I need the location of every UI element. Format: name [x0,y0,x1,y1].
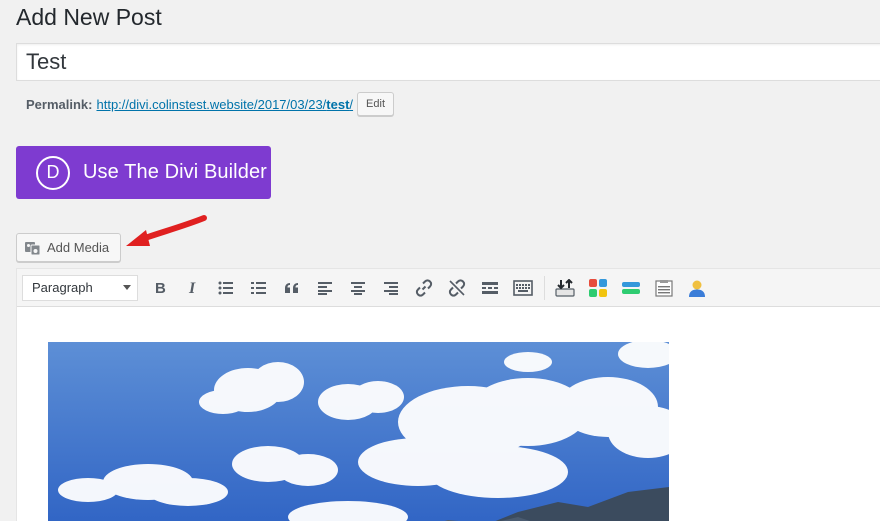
numbered-list-icon [251,281,266,294]
divi-layout-button[interactable] [551,274,579,302]
align-right-icon [384,281,398,295]
add-media-label: Add Media [47,240,110,255]
editor-toolbar: Paragraph B I [17,269,880,307]
bold-button[interactable]: B [146,274,174,302]
permalink-url-tail: / [349,96,354,112]
table-icon [655,279,673,297]
svg-text:B: B [155,280,166,296]
blockquote-button[interactable] [278,274,306,302]
divider-icon [622,281,640,294]
read-more-button[interactable] [476,274,504,302]
permalink-slug: test [326,96,350,112]
divi-logo-icon: D [36,155,70,190]
editor-content[interactable] [17,307,880,521]
divi-layout-icon [555,278,575,297]
link-icon [415,278,433,297]
use-divi-builder-button[interactable]: D Use The Divi Builder [16,146,271,199]
table-button[interactable] [650,274,678,302]
svg-text:I: I [188,280,196,296]
shortcode-button[interactable] [584,274,612,302]
toolbar-toggle-icon [513,279,533,296]
post-title-input[interactable]: Test [16,43,880,81]
bold-icon: B [155,280,166,296]
chevron-down-icon [123,285,131,290]
blockquote-icon [285,282,298,293]
align-left-icon [318,281,332,295]
add-media-icon [25,241,41,255]
read-more-icon [482,281,498,294]
permalink-row: Permalink: http://divi.colinstest.websit… [26,92,395,116]
bullet-list-button[interactable] [212,274,240,302]
align-right-button[interactable] [377,274,405,302]
divider-button[interactable] [617,274,645,302]
post-editor: Paragraph B I [16,268,880,521]
remove-link-button[interactable] [443,274,471,302]
align-left-button[interactable] [311,274,339,302]
align-center-button[interactable] [344,274,372,302]
permalink-label: Permalink: [26,96,93,112]
toolbar-separator [544,275,545,300]
insert-link-button[interactable] [410,274,438,302]
align-center-icon [351,281,365,295]
toolbar-toggle-button[interactable] [509,274,537,302]
bullet-list-icon [218,281,233,294]
unlink-icon [448,278,466,297]
page-title: Add New Post [16,4,162,30]
shortcode-icon [589,278,607,297]
permalink-url-base: http://divi.colinstest.website/2017/03/2… [96,96,327,112]
sky-image [48,342,669,521]
italic-button[interactable]: I [179,274,207,302]
paragraph-format-select[interactable]: Paragraph [22,274,138,301]
divi-builder-label: Use The Divi Builder [83,161,267,183]
format-select-value: Paragraph [32,280,93,295]
permalink-edit-button[interactable]: Edit [357,92,395,116]
italic-icon: I [188,280,196,296]
add-media-button[interactable]: Add Media [16,233,121,262]
permalink-link[interactable]: http://divi.colinstest.website/2017/03/2… [96,97,353,112]
user-icon [689,280,705,297]
numbered-list-button[interactable] [245,274,273,302]
user-button[interactable] [683,274,711,302]
red-arrow-icon [126,215,207,246]
